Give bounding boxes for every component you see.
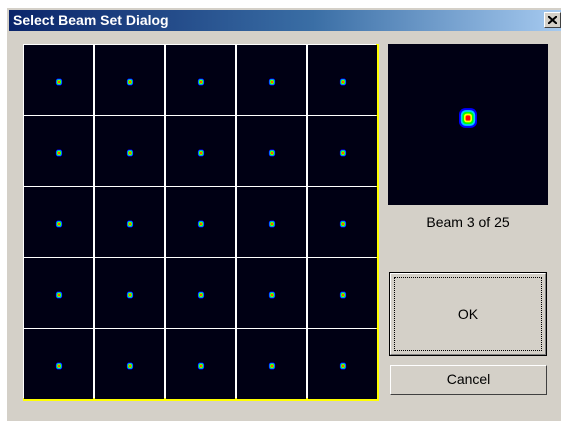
beam-cell-9[interactable] xyxy=(237,116,306,186)
beam-spot xyxy=(126,362,134,370)
beam-preview xyxy=(388,44,548,205)
beam-spot xyxy=(197,291,205,299)
beam-cell-17[interactable] xyxy=(95,258,164,328)
beam-cell-23[interactable] xyxy=(166,329,235,399)
beam-spot xyxy=(197,220,205,228)
beam-cell-11[interactable] xyxy=(24,187,93,257)
beam-spot xyxy=(55,362,63,370)
beam-spot xyxy=(197,362,205,370)
beam-spot xyxy=(126,220,134,228)
ok-button[interactable]: OK xyxy=(389,272,547,356)
beam-spot xyxy=(197,149,205,157)
beam-cell-8[interactable] xyxy=(166,116,235,186)
close-icon xyxy=(548,16,557,24)
beam-cell-7[interactable] xyxy=(95,116,164,186)
beam-spot xyxy=(55,220,63,228)
beam-spot xyxy=(268,149,276,157)
beam-grid xyxy=(23,44,377,399)
beam-cell-5[interactable] xyxy=(308,45,377,115)
beam-spot xyxy=(268,220,276,228)
beam-cell-13[interactable] xyxy=(166,187,235,257)
dialog-title: Select Beam Set Dialog xyxy=(13,12,169,28)
beam-spot xyxy=(126,291,134,299)
beam-spot xyxy=(339,149,347,157)
beam-spot xyxy=(55,149,63,157)
beam-spot xyxy=(197,78,205,86)
beam-spot xyxy=(126,149,134,157)
beam-spot xyxy=(339,291,347,299)
close-button[interactable] xyxy=(544,12,561,28)
beam-cell-18[interactable] xyxy=(166,258,235,328)
ok-button-label: OK xyxy=(457,306,479,322)
beam-cell-2[interactable] xyxy=(95,45,164,115)
beam-preview-image xyxy=(459,108,477,128)
beam-spot xyxy=(339,78,347,86)
beam-spot xyxy=(55,291,63,299)
beam-spot xyxy=(126,78,134,86)
beam-cell-12[interactable] xyxy=(95,187,164,257)
beam-spot xyxy=(268,78,276,86)
beam-cell-20[interactable] xyxy=(308,258,377,328)
beam-spot xyxy=(339,362,347,370)
beam-cell-10[interactable] xyxy=(308,116,377,186)
beam-cell-6[interactable] xyxy=(24,116,93,186)
cancel-button[interactable]: Cancel xyxy=(390,365,547,395)
beam-cell-19[interactable] xyxy=(237,258,306,328)
beam-spot xyxy=(268,291,276,299)
title-bar[interactable]: Select Beam Set Dialog xyxy=(9,10,561,31)
beam-spot xyxy=(268,362,276,370)
beam-spot xyxy=(339,220,347,228)
beam-index-label: Beam 3 of 25 xyxy=(426,214,510,230)
beam-cell-14[interactable] xyxy=(237,187,306,257)
beam-grid-frame xyxy=(23,44,379,401)
beam-cell-25[interactable] xyxy=(308,329,377,399)
beam-spot xyxy=(55,78,63,86)
beam-cell-1[interactable] xyxy=(24,45,93,115)
beam-cell-16[interactable] xyxy=(24,258,93,328)
beam-cell-22[interactable] xyxy=(95,329,164,399)
beam-cell-21[interactable] xyxy=(24,329,93,399)
beam-cell-15[interactable] xyxy=(308,187,377,257)
beam-cell-4[interactable] xyxy=(237,45,306,115)
beam-cell-24[interactable] xyxy=(237,329,306,399)
beam-cell-3[interactable] xyxy=(166,45,235,115)
